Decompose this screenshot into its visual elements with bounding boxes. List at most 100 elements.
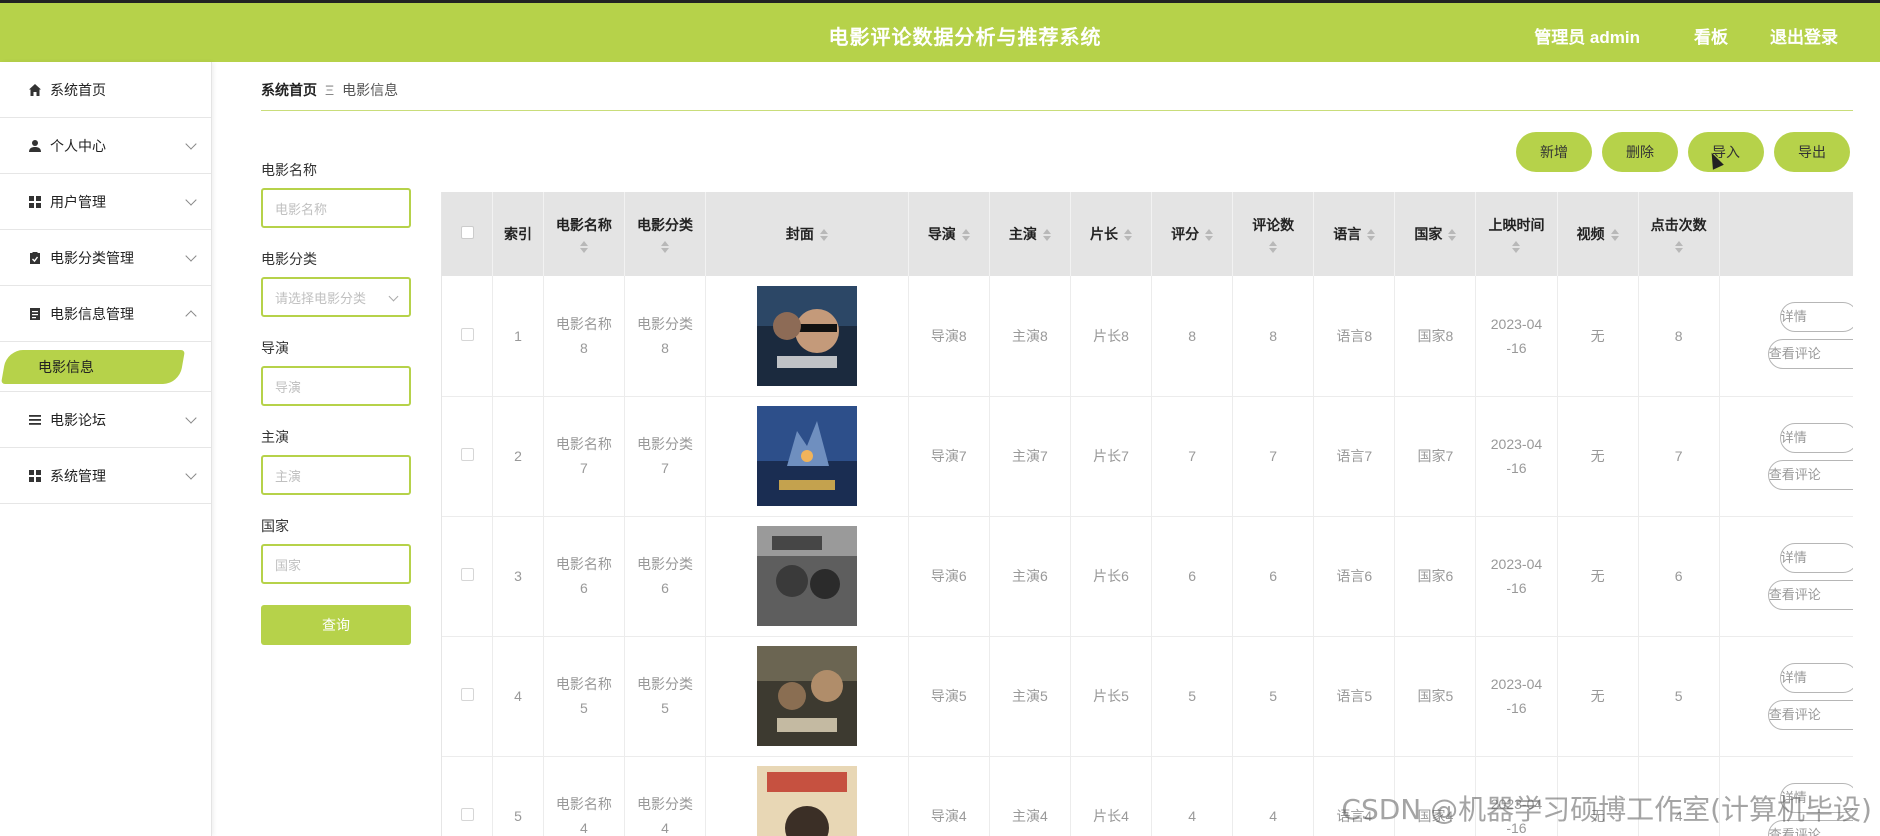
col-name[interactable]: 电影名称 [543,192,625,276]
sort-icon[interactable] [1205,229,1214,242]
row-checkbox[interactable] [460,568,474,581]
sort-icon[interactable] [1269,241,1278,253]
col-language[interactable]: 语言 [1313,192,1396,276]
cell-actor: 主演8 [989,276,1071,397]
view-reviews-button[interactable]: 查看评论 [1767,459,1853,490]
cell-director: 导演7 [908,396,990,517]
movie-category-select[interactable]: 请选择电影分类 [261,277,411,317]
sidebar-item-users[interactable]: 用户管理 [0,174,211,230]
logout-link[interactable]: 退出登录 [1770,23,1838,48]
col-cover[interactable]: 封面 [705,192,909,276]
delete-button[interactable]: 删除 [1602,132,1678,172]
row-checkbox[interactable] [460,688,474,701]
table-body: 1 电影名称 8 电影分类 8 导演8 主演8 片长8 8 8 语言8 国家8 20… [442,276,1853,836]
sidebar-item-movie-management[interactable]: 电影信息管理 [0,286,211,342]
detail-button[interactable]: 详情 [1779,662,1853,693]
row-checkbox[interactable] [460,448,474,461]
actor-label: 主演 [261,429,289,445]
select-all-checkbox[interactable] [460,226,474,239]
cell-release: 2023-04 -16 [1475,516,1558,637]
sort-icon[interactable] [1124,229,1132,242]
col-release[interactable]: 上映时间 [1475,192,1558,276]
col-director[interactable]: 导演 [908,192,990,276]
detail-button[interactable]: 详情 [1779,542,1853,573]
sidebar-item-system[interactable]: 系统管理 [0,448,211,504]
director-input[interactable]: 导演 [261,366,411,406]
cell-category: 电影分类 8 [624,276,707,397]
col-length[interactable]: 片长 [1070,192,1153,276]
sidebar-item-forum[interactable]: 电影论坛 [0,392,211,448]
sidebar-item-profile[interactable]: 个人中心 [0,118,211,174]
country-input[interactable]: 国家 [261,544,411,584]
add-button[interactable]: 新增 [1516,132,1592,172]
director-placeholder: 导演 [275,379,302,395]
sort-icon[interactable] [1448,229,1457,242]
cell-category: 电影分类 5 [624,636,707,757]
sort-icon[interactable] [1367,229,1376,242]
col-category[interactable]: 电影分类 [624,192,707,276]
cell-index: 5 [492,756,544,836]
cell-video: 无 [1557,396,1639,517]
sidebar-item-label: 个人中心 [50,137,106,154]
cell-length: 片长7 [1070,396,1153,517]
sort-icon[interactable] [1610,229,1619,242]
view-reviews-button[interactable]: 查看评论 [1767,579,1853,610]
view-reviews-button[interactable]: 查看评论 [1767,699,1853,730]
cell-category: 电影分类 4 [624,756,707,836]
movie-poster-image[interactable] [756,646,857,746]
cell-cover [705,636,909,757]
movie-poster-image[interactable] [756,285,857,386]
cell-language: 语言6 [1313,516,1396,637]
admin-label: 管理员 admin [1534,28,1640,47]
breadcrumb: 系统首页 Ξ 电影信息 [261,80,398,100]
sidebar: 系统首页 个人中心 用户管理 电影分类管理 电影信息管理 电影信息 电影论坛 系… [0,62,212,836]
sort-icon[interactable] [660,241,669,253]
col-video[interactable]: 视频 [1557,192,1639,276]
submenu-movie-info: 电影信息 [0,342,211,392]
cell-reviews: 5 [1232,636,1315,757]
movie-poster-image[interactable] [756,526,857,626]
cell-rating: 4 [1151,756,1234,836]
row-checkbox[interactable] [460,808,474,821]
cell-ops: 详情 查看评论 [1719,636,1853,757]
sidebar-item-category-management[interactable]: 电影分类管理 [0,230,211,286]
col-rating[interactable]: 评分 [1151,192,1234,276]
cell-length: 片长5 [1070,636,1153,757]
select-all-cell[interactable] [442,192,494,276]
movie-poster-image[interactable] [756,766,857,836]
col-actor[interactable]: 主演 [989,192,1071,276]
row-checkbox[interactable] [460,327,474,341]
sort-icon[interactable] [819,229,828,242]
table-row: 4 电影名称 5 电影分类 5 导演5 主演5 片长5 5 5 语言5 国家5 20… [442,636,1853,757]
query-button[interactable]: 查询 [261,605,411,645]
col-country[interactable]: 国家 [1394,192,1477,276]
breadcrumb-separator-icon: Ξ [325,82,335,98]
sort-icon[interactable] [1674,241,1683,253]
actor-placeholder: 主演 [275,468,302,484]
dashboard-link[interactable]: 看板 [1694,23,1728,48]
sidebar-item-home[interactable]: 系统首页 [0,62,211,118]
import-button[interactable]: 导入 [1688,132,1764,172]
sort-icon[interactable] [1042,229,1051,242]
detail-button[interactable]: 详情 [1779,302,1853,333]
detail-button[interactable]: 详情 [1779,422,1853,453]
col-reviews[interactable]: 评论数 [1232,192,1315,276]
sidebar-item-label: 系统管理 [50,467,106,484]
col-clicks[interactable]: 点击次数 [1638,192,1720,276]
sidebar-subitem-movie-info[interactable]: 电影信息 [1,350,185,384]
movie-poster-image[interactable] [756,406,857,506]
breadcrumb-home[interactable]: 系统首页 [261,82,317,98]
movie-category-label: 电影分类 [261,251,317,267]
export-button[interactable]: 导出 [1774,132,1850,172]
actor-input[interactable]: 主演 [261,455,411,495]
table-row: 1 电影名称 8 电影分类 8 导演8 主演8 片长8 8 8 语言8 国家8 20… [442,276,1853,397]
movie-name-input[interactable]: 电影名称 [261,188,411,228]
cell-rating: 7 [1151,396,1234,517]
sort-icon[interactable] [961,229,970,242]
chevron-down-icon [185,412,197,424]
sort-icon[interactable] [579,241,588,253]
sort-icon[interactable] [1512,241,1521,253]
cell-reviews: 4 [1232,756,1315,836]
view-reviews-button[interactable]: 查看评论 [1767,339,1853,370]
home-icon [28,83,42,97]
